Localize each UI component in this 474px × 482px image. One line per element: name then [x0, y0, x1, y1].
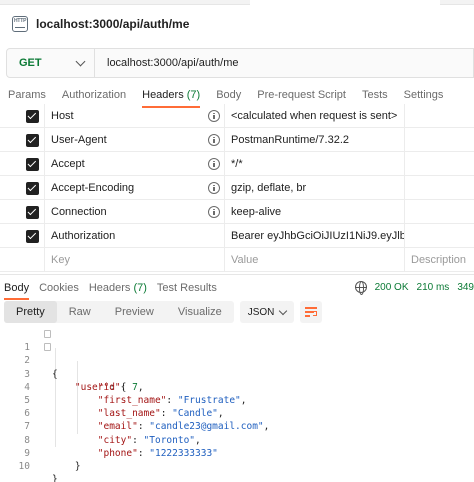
response-size[interactable]: 349 [457, 282, 474, 293]
response-tabs: Body Cookies Headers (7) Test Results 20… [0, 274, 474, 300]
checkbox-checked-icon[interactable] [25, 157, 39, 171]
new-header-description-input[interactable]: Description [404, 248, 474, 272]
code-line: 7 "city": "Toronto", [0, 407, 474, 445]
info-icon[interactable] [208, 110, 220, 122]
format-select[interactable]: JSON [239, 301, 294, 323]
response-body-editor[interactable]: 1 { 2 "user": { 3 "id": 7, 4 "first_name… [0, 328, 474, 482]
code-line: 3 "id": 7, [0, 354, 474, 393]
url-input[interactable]: localhost:3000/api/auth/me [95, 57, 238, 69]
code-line: 4 "first_name": "Frustrate", [0, 368, 474, 406]
info-icon[interactable] [208, 206, 220, 218]
header-key[interactable]: Connection [44, 200, 224, 224]
header-description[interactable] [404, 152, 474, 176]
tab-strip-left [0, 0, 250, 5]
header-key[interactable]: Authorization [44, 224, 224, 248]
fold-icon[interactable] [44, 343, 51, 352]
header-description[interactable] [404, 200, 474, 224]
header-row: User-Agent PostmanRuntime/7.32.2 [0, 128, 474, 152]
headers-table: Host <calculated when request is sent> U… [0, 104, 474, 272]
code-line: 1 { [0, 328, 474, 380]
method-label: GET [19, 57, 42, 69]
status-code[interactable]: 200 OK [375, 282, 409, 293]
checkbox-checked-icon[interactable] [25, 205, 39, 219]
header-value[interactable]: keep-alive [224, 200, 404, 224]
header-value[interactable]: Bearer eyJhbGciOiJIUzI1NiJ9.eyJlbWFp... [224, 224, 404, 248]
new-header-value-input[interactable]: Value [224, 248, 404, 272]
header-row: Accept */* [0, 152, 474, 176]
chevron-down-icon [278, 306, 287, 315]
code-line: 2 "user": { [0, 341, 474, 393]
header-description[interactable] [404, 128, 474, 152]
header-description[interactable] [404, 176, 474, 200]
tab-test-results[interactable]: Test Results [153, 279, 221, 297]
header-value[interactable]: gzip, deflate, br [224, 176, 404, 200]
header-row-new: Key Value Description [0, 248, 474, 272]
response-status: 200 OK 210 ms 349 [354, 281, 474, 295]
code-line: 10 } [0, 447, 474, 482]
code-text: } [52, 460, 81, 472]
tab-settings[interactable]: Settings [396, 84, 452, 106]
tab-strip-active[interactable] [250, 0, 440, 5]
tab-pre-request-script[interactable]: Pre-request Script [249, 84, 354, 106]
header-row: Connection keep-alive [0, 200, 474, 224]
wrap-lines-icon[interactable] [299, 301, 322, 323]
header-row: Authorization Bearer eyJhbGciOiJIUzI1NiJ… [0, 224, 474, 248]
chevron-down-icon [75, 56, 86, 66]
header-key[interactable]: User-Agent [44, 128, 224, 152]
tab-response-headers[interactable]: Headers (7) [85, 279, 151, 297]
header-description[interactable] [404, 224, 474, 248]
globe-icon[interactable] [354, 281, 367, 295]
tab-strip [0, 0, 474, 6]
header-value[interactable]: PostmanRuntime/7.32.2 [224, 128, 404, 152]
code-text: } [52, 474, 58, 482]
response-view-bar: Pretty Raw Preview Visualize JSON [4, 301, 322, 323]
tab-cookies[interactable]: Cookies [35, 279, 83, 297]
tab-strip-right [440, 0, 474, 5]
code-line: 8 "phone": "1222333333" [0, 420, 474, 459]
header-key[interactable]: Accept-Encoding [44, 176, 224, 200]
new-header-key-input[interactable]: Key [44, 248, 224, 272]
tab-response-body[interactable]: Body [0, 279, 33, 300]
info-icon[interactable] [208, 182, 220, 194]
fold-icon[interactable] [44, 330, 51, 338]
tab-tests[interactable]: Tests [354, 84, 396, 106]
request-tabs: Params Authorization Headers (7) Body Pr… [0, 84, 474, 108]
view-raw[interactable]: Raw [57, 301, 103, 323]
code-line: 9 } [0, 434, 474, 472]
tab-body[interactable]: Body [208, 84, 249, 106]
request-title-bar: HTTP localhost:3000/api/auth/me [12, 12, 189, 36]
view-mode-segmented: Pretty Raw Preview Visualize [4, 301, 234, 323]
tab-authorization[interactable]: Authorization [54, 84, 134, 106]
checkbox-checked-icon[interactable] [25, 109, 39, 123]
headers-count: (7) [186, 89, 201, 101]
response-headers-count: (7) [133, 281, 147, 294]
request-title[interactable]: localhost:3000/api/auth/me [36, 17, 189, 31]
header-value[interactable]: */* [224, 152, 404, 176]
line-number: 10 [18, 460, 30, 472]
tab-params[interactable]: Params [0, 84, 54, 106]
info-icon[interactable] [208, 158, 220, 170]
view-preview[interactable]: Preview [103, 301, 166, 323]
url-bar: GET localhost:3000/api/auth/me [6, 48, 474, 78]
view-pretty[interactable]: Pretty [4, 301, 57, 323]
header-key[interactable]: Accept [44, 152, 224, 176]
checkbox-checked-icon[interactable] [25, 229, 39, 243]
response-time[interactable]: 210 ms [417, 282, 450, 293]
format-label: JSON [247, 306, 275, 318]
header-key[interactable]: Host [44, 104, 224, 128]
header-description[interactable] [404, 104, 474, 128]
header-value[interactable]: <calculated when request is sent> [224, 104, 404, 128]
http-request-icon: HTTP [12, 16, 28, 32]
header-row: Host <calculated when request is sent> [0, 104, 474, 128]
code-line: 6 "email": "candle23@gmail.com", [0, 394, 474, 432]
code-line: 5 "last_name": "Candle", [0, 381, 474, 419]
header-row: Accept-Encoding gzip, deflate, br [0, 176, 474, 200]
view-visualize[interactable]: Visualize [166, 301, 234, 323]
method-select[interactable]: GET [7, 49, 95, 77]
checkbox-checked-icon[interactable] [25, 181, 39, 195]
checkbox-checked-icon[interactable] [25, 133, 39, 147]
info-icon[interactable] [208, 134, 220, 146]
tab-headers[interactable]: Headers (7) [134, 84, 208, 108]
